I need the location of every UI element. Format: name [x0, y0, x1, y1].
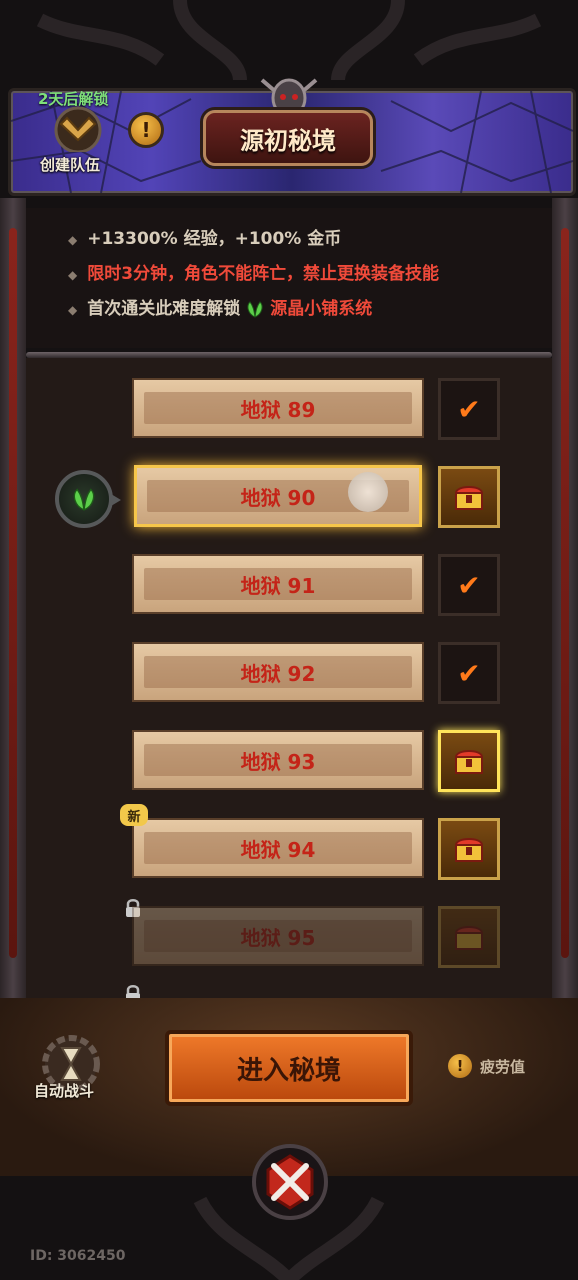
frame-right	[552, 198, 578, 998]
info-warning-button[interactable]: !	[128, 112, 164, 148]
cleared-check-icon	[438, 642, 500, 704]
fatigue-label: 疲劳值	[480, 1057, 526, 1076]
frame-left	[0, 198, 26, 998]
enter-dungeon-button[interactable]: 进入秘境	[165, 1030, 413, 1106]
chest-icon	[454, 750, 484, 774]
fatigue-indicator[interactable]: ! 疲劳值	[448, 1054, 525, 1078]
current-progress-marker	[55, 470, 121, 528]
crystal-leaf-icon	[73, 488, 95, 511]
create-team-button[interactable]	[47, 104, 109, 152]
bullet-icon: ◆	[68, 268, 78, 282]
level-row-95-locked: 地狱 95	[132, 906, 424, 966]
level-row-94[interactable]: 地狱 94	[132, 818, 424, 878]
reward-chest-button[interactable]	[438, 730, 500, 792]
touch-indicator	[348, 472, 388, 512]
level-row-92[interactable]: 地狱 92	[132, 642, 424, 702]
chest-icon	[454, 838, 484, 862]
page-title: 源初秘境	[203, 110, 373, 166]
level-row-93[interactable]: 地狱 93	[132, 730, 424, 790]
bullet-icon: ◆	[68, 303, 78, 317]
reward-chest-button[interactable]	[438, 466, 500, 528]
auto-battle-label: 自动战斗	[34, 1082, 95, 1100]
cleared-check-icon	[438, 554, 500, 616]
reward-chest-button[interactable]	[438, 818, 500, 880]
bullet-icon: ◆	[68, 233, 78, 247]
level-row-91[interactable]: 地狱 91	[132, 554, 424, 614]
info-line-rewards: ◆ +13300% 经验，+100% 金币	[68, 229, 342, 249]
user-id: ID: 3062450	[30, 1248, 126, 1264]
chest-icon	[454, 926, 484, 950]
new-badge: 新	[120, 804, 148, 826]
locked-chest-icon	[438, 906, 500, 968]
crossed-swords-emblem-icon[interactable]	[250, 1142, 330, 1222]
create-team-label: 创建队伍	[40, 156, 101, 174]
crystal-leaf-icon	[247, 301, 263, 318]
info-line-rules: ◆ 限时3分钟，角色不能阵亡，禁止更换装备技能	[68, 264, 440, 284]
chest-icon	[454, 486, 484, 510]
cleared-check-icon	[438, 378, 500, 440]
info-line-unlock: ◆ 首次通关此难度解锁 源晶小铺系统	[68, 299, 373, 319]
level-row-89[interactable]: 地狱 89	[132, 378, 424, 438]
warning-icon: !	[448, 1054, 472, 1078]
